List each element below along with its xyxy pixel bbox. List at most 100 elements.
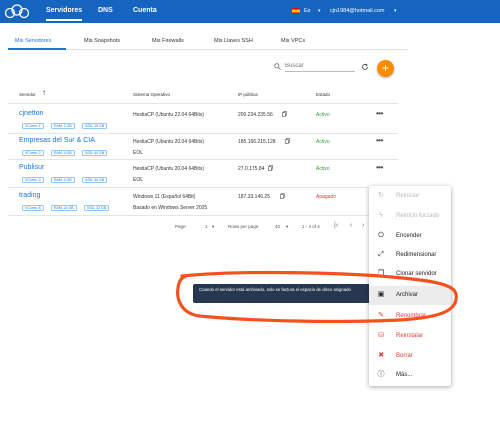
row-divider: [8, 159, 398, 160]
refresh-icon[interactable]: [361, 63, 369, 71]
restart-icon: ↻: [378, 192, 384, 199]
menu-item-encender[interactable]: ⏻ Encender: [369, 227, 451, 246]
status-badge: Activo: [316, 166, 330, 172]
menu-label: Redimensionar: [396, 252, 437, 258]
status-badge: Activo: [316, 112, 330, 118]
menu-item-reinstalar[interactable]: ⛁ Reinstalar: [369, 327, 451, 346]
search-input[interactable]: [285, 61, 355, 72]
menu-label: Más...: [396, 372, 413, 378]
spain-flag-icon[interactable]: [292, 8, 300, 14]
top-bar: Servidores DNS Cuenta Es ▾ cjn1984@hotma…: [0, 0, 500, 23]
more-actions-icon[interactable]: •••: [376, 136, 383, 145]
server-context-menu: ↻ Reiniciar ϟ Reinicio forzado ⏻ Encende…: [369, 186, 451, 386]
ip-address: 27.0.175.84: [238, 166, 265, 172]
archive-tooltip: Cuando el servidor está archivado, solo …: [193, 284, 373, 303]
nav-servidores[interactable]: Servidores: [46, 7, 83, 21]
copy-icon[interactable]: [282, 111, 287, 117]
chevron-down-icon[interactable]: ▾: [286, 224, 288, 230]
row-divider: [8, 187, 398, 188]
tab-mis-firewalls[interactable]: Mis Firewalls: [152, 38, 184, 44]
tab-mis-vpcs[interactable]: Mis VPCs: [281, 38, 305, 44]
prev-page-icon[interactable]: ‹: [350, 222, 352, 229]
chevron-down-icon[interactable]: ▾: [212, 224, 214, 230]
menu-label: Reiniciar: [396, 193, 420, 199]
reinstall-icon: ⛁: [378, 332, 384, 339]
chevron-down-icon[interactable]: ▾: [394, 8, 397, 14]
spec-chip: VCores: 2: [22, 150, 44, 156]
tab-bar: Mis Servidores Mis Snapshots Mis Firewal…: [8, 33, 408, 50]
os-eol-label: EOL: [133, 177, 144, 183]
ip-address: 200.234.235.56: [238, 112, 273, 118]
menu-item-archivar[interactable]: ▣ Archivar: [369, 286, 451, 305]
menu-item-renombrar[interactable]: ✎ Renombrar: [369, 307, 451, 326]
spec-chip: VCores: 2: [22, 177, 44, 183]
power-icon: ⏻: [378, 232, 384, 239]
next-page-icon[interactable]: ›: [362, 222, 364, 229]
spec-chip: RAM: 4 GB: [51, 177, 75, 183]
menu-item-redimensionar[interactable]: ⤢ Redimensionar: [369, 246, 451, 265]
spec-chip: RAM: 2 GB: [51, 123, 75, 129]
page-label: Page:: [175, 224, 187, 229]
rename-icon: ✎: [378, 312, 384, 319]
server-name-link[interactable]: Empresas del Sur & CIA: [19, 137, 95, 144]
menu-item-reiniciar[interactable]: ↻ Reiniciar: [369, 187, 451, 206]
clone-icon: ❐: [377, 270, 385, 277]
spec-chip: RAM: 4 GB: [51, 150, 75, 156]
os-detail-label: Basado en Windows Server 2025: [133, 205, 208, 211]
resize-icon: ⤢: [378, 251, 384, 258]
tab-mis-snapshots[interactable]: Mis Snapshots: [84, 38, 120, 44]
status-badge: Apagado: [316, 194, 337, 200]
menu-label: Encender: [396, 233, 422, 239]
add-server-button[interactable]: +: [377, 60, 394, 77]
menu-item-reinicio-forzado[interactable]: ϟ Reinicio forzado: [369, 207, 451, 226]
column-header-os: Sistema Operativo: [133, 92, 171, 97]
spec-chip: SSD: 32 GB: [84, 205, 110, 211]
more-actions-icon[interactable]: •••: [376, 109, 383, 118]
menu-label: Borrar: [396, 353, 413, 359]
header-divider: [8, 103, 398, 104]
logo-icon[interactable]: [4, 4, 30, 19]
rows-per-page-select[interactable]: 40: [275, 224, 280, 229]
page-select[interactable]: 1: [205, 224, 208, 229]
chevron-down-icon[interactable]: ▾: [318, 8, 321, 14]
spec-chip: SSD: 40 GB: [82, 177, 108, 183]
ip-address: 187.33.146.25: [238, 194, 270, 200]
language-selector[interactable]: Es: [304, 8, 310, 14]
server-name-link[interactable]: cjnetton: [19, 110, 44, 117]
spec-chip: RAM: 24 GB: [51, 205, 77, 211]
copy-icon[interactable]: [285, 138, 290, 144]
menu-label: Reinstalar: [396, 333, 424, 339]
menu-item-borrar[interactable]: ✖ Borrar: [369, 347, 451, 366]
menu-label: Clonar servidor: [396, 271, 437, 277]
server-name-link[interactable]: trading: [19, 192, 40, 199]
os-label: HestiaCP (Ubuntu 22.04 64Bits): [133, 112, 205, 118]
first-page-icon[interactable]: |‹: [334, 222, 338, 229]
rows-per-page-label: Rows per page:: [228, 224, 260, 229]
os-label: Windows 11 (Español 64Bit): [133, 194, 196, 200]
nav-dns[interactable]: DNS: [98, 7, 113, 14]
archive-icon: ▣: [377, 291, 385, 298]
spec-chip: VCores: 1: [22, 123, 44, 129]
spec-chip: VCores: 8: [22, 205, 44, 211]
tab-mis-servidores[interactable]: Mis Servidores: [15, 38, 51, 44]
os-eol-label: EOL: [133, 150, 144, 156]
server-name-link[interactable]: Publisur: [19, 164, 44, 171]
more-actions-icon[interactable]: •••: [376, 163, 383, 172]
spec-chip: SSD: 15 GB: [82, 123, 108, 129]
page-range: 1 - 4 of 4: [302, 224, 320, 229]
column-header-ip: IP pública: [238, 92, 258, 97]
copy-icon[interactable]: [280, 193, 285, 199]
sort-arrow-icon[interactable]: ↑: [42, 88, 46, 97]
copy-icon[interactable]: [268, 165, 273, 171]
column-header-server[interactable]: Servidor: [19, 92, 36, 97]
nav-cuenta[interactable]: Cuenta: [133, 7, 157, 14]
user-email[interactable]: cjn1984@hotmail.com: [330, 8, 385, 14]
column-header-status: Estado: [316, 92, 331, 97]
active-tab-indicator: [8, 48, 66, 50]
search-icon: [274, 63, 281, 70]
tab-mis-llaves-ssh[interactable]: Mis Llaves SSH: [214, 38, 253, 44]
menu-item-clonar-servidor[interactable]: ❐ Clonar servidor: [369, 265, 451, 284]
info-icon: ⓘ: [377, 371, 385, 378]
menu-item-mas[interactable]: ⓘ Más...: [369, 366, 451, 385]
delete-icon: ✖: [378, 352, 384, 359]
